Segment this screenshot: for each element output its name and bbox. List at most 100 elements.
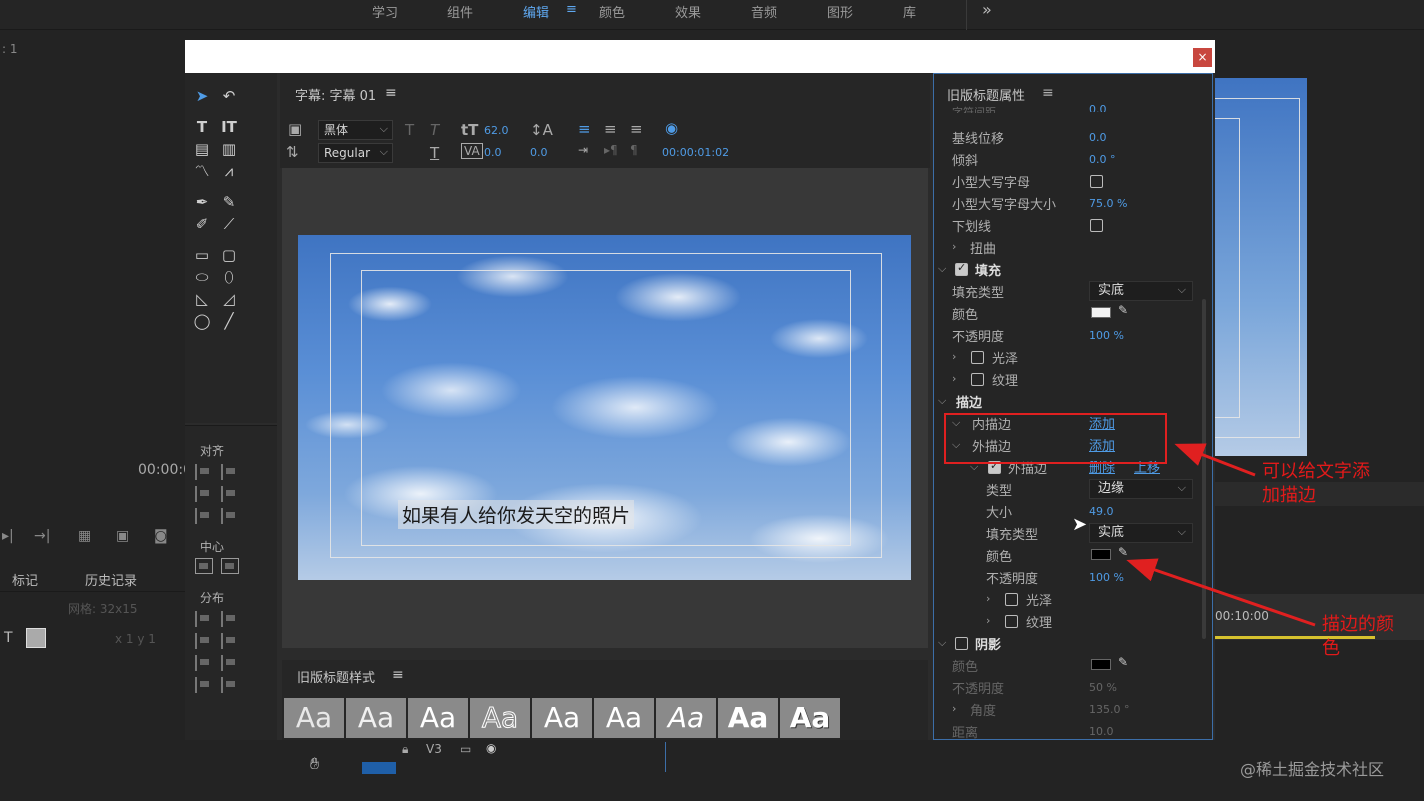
align-text-left-icon[interactable]: ≡ (578, 120, 591, 138)
props-menu-icon[interactable]: ≡ (1042, 85, 1054, 101)
chevron-right-icon[interactable]: › (986, 592, 990, 605)
eyedropper-icon[interactable]: ✎ (1118, 655, 1128, 669)
align-text-right-icon[interactable]: ≡ (630, 120, 643, 138)
style-swatch[interactable]: Aa (594, 698, 654, 738)
font-family-select[interactable]: 黑体 (318, 120, 393, 140)
roll-crawl-icon[interactable]: ⇅ (286, 143, 299, 161)
bold-icon[interactable]: T (405, 121, 414, 139)
stroke-texture-checkbox[interactable] (1005, 615, 1018, 628)
lock-icon[interactable]: 🔒︎ (402, 742, 408, 757)
style-swatch[interactable]: Aa (718, 698, 778, 738)
pen-tool-icon[interactable]: ✒ (191, 192, 213, 212)
paragraph-icon[interactable]: ¶ (630, 143, 638, 157)
vertical-path-type-tool-icon[interactable]: ⩘ (218, 161, 240, 181)
line-tool-icon[interactable]: ╱ (218, 311, 240, 331)
shadow-color-swatch[interactable] (1091, 659, 1111, 670)
rounded-corner-tool-icon[interactable]: ⬯ (218, 267, 240, 287)
path-type-tool-icon[interactable]: 〽 (191, 161, 213, 181)
style-swatch[interactable]: Aa (656, 698, 716, 738)
ellipse-tool-icon[interactable]: ◯ (191, 311, 213, 331)
underline-icon[interactable]: T (430, 144, 439, 162)
char-spacing-value[interactable]: 0.0 (1089, 103, 1107, 112)
sync-icon[interactable]: ▭ (460, 742, 471, 756)
workspace-effects[interactable]: 效果 (675, 2, 701, 21)
stroke-size-value[interactable]: 49.0 (1089, 505, 1114, 518)
smallcaps-size-value[interactable]: 75.0 % (1089, 197, 1127, 210)
workspace-libraries[interactable]: 库 (903, 2, 916, 21)
workspace-assembly[interactable]: 组件 (447, 2, 473, 21)
selection-tool-icon[interactable]: ➤ (191, 86, 213, 106)
new-title-icon[interactable]: ▣ (288, 120, 302, 138)
leading-value[interactable]: 0.0 (530, 146, 548, 159)
style-swatch[interactable]: Aa (408, 698, 468, 738)
video-timecode[interactable]: 00:00:01:02 (662, 146, 729, 159)
export-frame-icon[interactable]: ▣ (116, 528, 129, 544)
show-background-icon[interactable]: ▸¶ (604, 143, 618, 157)
title-canvas[interactable]: 如果有人给你发天空的照片 (282, 168, 928, 648)
fill-type-select[interactable]: 实底 (1089, 281, 1193, 301)
shadow-checkbox[interactable] (955, 637, 968, 650)
workspace-graphics[interactable]: 图形 (827, 2, 853, 21)
camera-icon[interactable]: ◙ (154, 528, 168, 544)
style-swatch[interactable]: Aa (470, 698, 530, 738)
rectangle-tool-icon[interactable]: ▭ (191, 245, 213, 265)
step-back-icon[interactable]: ▸| (2, 528, 14, 544)
insert-icon[interactable]: →| (34, 528, 50, 544)
align-right-icon[interactable] (195, 508, 213, 524)
baseline-value[interactable]: 0.0 (1089, 131, 1107, 144)
chevron-right-icon[interactable]: › (952, 350, 956, 363)
dialog-titlebar[interactable]: × (185, 40, 1215, 73)
chevron-right-icon[interactable]: › (952, 372, 956, 385)
caption-text[interactable]: 如果有人给你发天空的照片 (398, 500, 635, 529)
chevron-down-icon[interactable]: ⌵ (938, 262, 946, 276)
clipped-rect-tool-icon[interactable]: ⬭ (191, 267, 213, 287)
eyedropper-icon[interactable]: ✎ (1118, 303, 1128, 317)
bg-playhead[interactable] (665, 742, 666, 772)
delete-anchor-tool-icon[interactable]: ✎ (218, 192, 240, 212)
bg-clip[interactable] (362, 762, 396, 774)
distribute-left-icon[interactable] (195, 611, 213, 627)
add-anchor-tool-icon[interactable]: ✐ (191, 214, 213, 234)
chevron-down-icon[interactable]: ⌵ (938, 636, 946, 650)
shadow-angle-value[interactable]: 135.0 ° (1089, 703, 1130, 716)
slant-value[interactable]: 0.0 ° (1089, 153, 1116, 166)
vertical-area-type-tool-icon[interactable]: ▥ (218, 139, 240, 159)
align-vcenter-icon[interactable] (221, 486, 239, 502)
distribute-vcenter-icon[interactable] (221, 633, 239, 649)
font-size-value[interactable]: 62.0 (484, 124, 509, 137)
style-swatch[interactable]: Aa (284, 698, 344, 738)
italic-icon[interactable]: T (430, 121, 439, 139)
underline-checkbox[interactable] (1090, 219, 1103, 232)
text-tool-icon[interactable]: T (4, 630, 13, 646)
shadow-opacity-value[interactable]: 50 % (1089, 681, 1117, 694)
tab-markers[interactable]: 标记 (12, 570, 38, 589)
stroke-sheen-checkbox[interactable] (1005, 593, 1018, 606)
workspace-color[interactable]: 颜色 (599, 2, 625, 21)
workspace-audio[interactable]: 音频 (751, 2, 777, 21)
vertical-type-tool-icon[interactable]: IT (218, 117, 240, 137)
fill-checkbox[interactable] (955, 261, 968, 276)
texture-checkbox[interactable] (971, 373, 984, 386)
distribute-right-icon[interactable] (195, 655, 213, 671)
show-video-icon[interactable]: ◉ (665, 119, 678, 137)
distribute-hcenter-icon[interactable] (195, 633, 213, 649)
style-swatch[interactable]: Aa (346, 698, 406, 738)
tab-history[interactable]: 历史记录 (85, 570, 137, 589)
distribute-vspace-icon[interactable] (221, 677, 239, 693)
chevron-right-icon[interactable]: › (952, 702, 956, 715)
panel-menu-icon[interactable]: ≡ (385, 85, 397, 101)
workspace-learn[interactable]: 学习 (372, 2, 398, 21)
styles-menu-icon[interactable]: ≡ (392, 667, 404, 683)
close-icon[interactable]: × (1193, 48, 1212, 67)
distribute-bottom-icon[interactable] (221, 655, 239, 671)
overwrite-icon[interactable]: ▦ (78, 528, 91, 544)
stroke-opacity-value[interactable]: 100 % (1089, 571, 1124, 584)
rounded-rect-tool-icon[interactable]: ▢ (218, 245, 240, 265)
center-horizontal-icon[interactable] (195, 558, 213, 574)
align-text-center-icon[interactable]: ≡ (604, 120, 617, 138)
align-top-icon[interactable] (221, 464, 239, 480)
arc-tool-icon[interactable]: ◿ (218, 289, 240, 309)
style-swatch[interactable]: Aa (532, 698, 592, 738)
convert-anchor-tool-icon[interactable]: ⟋ (218, 214, 240, 234)
fill-color-swatch[interactable] (1091, 307, 1111, 318)
